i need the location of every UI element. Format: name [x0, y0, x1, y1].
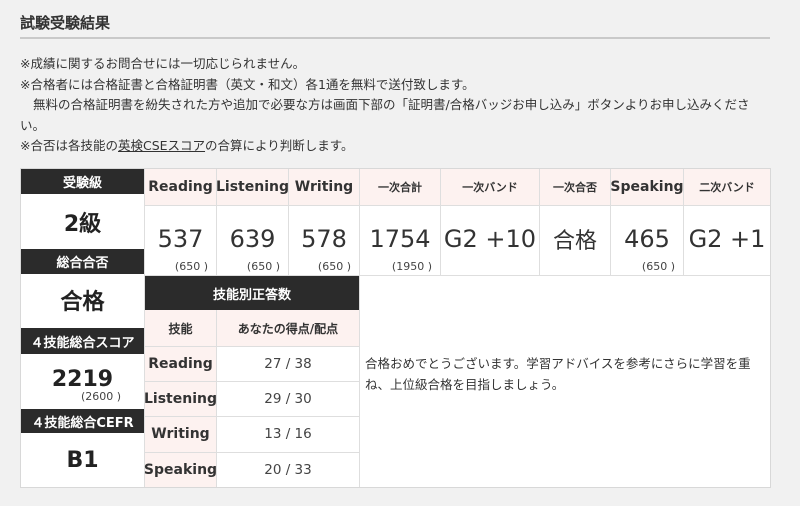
header-listening: Listening: [216, 179, 289, 195]
score-writing-max: (650 ): [317, 260, 351, 273]
results-panel: 受験級 2級 総合合否 合格 ４技能総合スコア 2219 (2600 ) ４技能…: [20, 168, 771, 488]
header-writing: Writing: [294, 179, 354, 195]
header-reading: Reading: [148, 179, 213, 195]
score-reading-value: 537: [157, 225, 204, 253]
header-second-band: 二次バンド: [699, 181, 755, 194]
grade-label: 受験級: [21, 169, 144, 194]
skill-row-reading-score: 27 / 38: [264, 355, 312, 372]
score-second-band-value: G2 +1: [688, 225, 766, 253]
skill-row-writing-score: 13 / 16: [264, 426, 312, 442]
skill-row-listening-label: Listening: [144, 390, 217, 407]
score-reading-max: (650 ): [174, 260, 208, 273]
advice-message: 合格おめでとうございます。学習アドバイスを参考にさらに学習を重ね、上位級合格を目…: [365, 356, 751, 392]
page-title: 試験受験結果: [20, 14, 111, 32]
skill-row-writing-label: Writing: [151, 426, 210, 442]
score-first-total-max: (1950 ): [391, 260, 432, 273]
score-listening-max: (650 ): [246, 260, 280, 273]
score-speaking: 465 (650 ): [611, 205, 683, 275]
cefr-value: B1: [66, 447, 99, 473]
title-divider: [20, 37, 770, 39]
skill-row-speaking-score: 20 / 33: [264, 461, 312, 478]
note-certificate: ※合格者には合格証書と合格証明書（英文・和文）各1通を無料で送付致します。: [20, 76, 475, 92]
skills-col-skill: 技能: [168, 321, 193, 336]
note-pass-criteria: ※合否は各技能の英検CSEスコアの合算により判断します。: [20, 138, 354, 153]
score-first-total-value: 1754: [369, 225, 431, 253]
cefr-label: ４技能総合CEFR: [21, 409, 144, 433]
header-first-pass: 一次合否: [553, 181, 597, 194]
grade-value: 2級: [63, 211, 102, 237]
cse-max: (2600 ): [81, 390, 122, 403]
note-reissue-end: い。: [20, 117, 46, 133]
skill-row-speaking-label: Speaking: [143, 461, 218, 478]
header-first-total: 一次合計: [378, 181, 422, 194]
notes: ※成績に関するお問合せには一切応じられません。 ※合格者には合格証書と合格証明書…: [20, 54, 780, 157]
score-second-band: G2 +1: [684, 205, 770, 275]
cse-label: ４技能総合スコア: [21, 328, 144, 354]
cse-score-link[interactable]: 英検CSEスコア: [118, 138, 205, 153]
score-speaking-max: (650 ): [641, 260, 675, 273]
score-first-band-value: G2 +10: [443, 225, 537, 253]
score-first-total: 1754 (1950 ): [360, 205, 440, 275]
score-first-pass-value: 合格: [552, 229, 597, 254]
note-inquiry: ※成績に関するお問合せには一切応じられません。: [20, 56, 306, 71]
pass-label: 総合合否: [21, 249, 144, 274]
skill-row-reading-label: Reading: [148, 355, 213, 372]
score-writing-value: 578: [301, 225, 347, 253]
score-first-band: G2 +10: [441, 205, 539, 275]
score-speaking-value: 465: [624, 225, 670, 253]
score-writing: 578 (650 ): [289, 205, 359, 275]
note-reissue: 無料の合格証明書を紛失された方や追加で必要な方は画面下部の「証明書/合格バッジお…: [33, 97, 750, 112]
cse-value: 2219: [51, 366, 114, 392]
skills-col-score: あなたの得点/配点: [237, 321, 339, 336]
header-first-band: 一次バンド: [462, 181, 518, 194]
score-listening: 639 (650 ): [217, 205, 288, 275]
pass-value: 合格: [60, 290, 105, 315]
score-reading: 537 (650 ): [145, 205, 216, 275]
score-listening-value: 639: [229, 225, 276, 253]
skills-title: 技能別正答数: [145, 276, 359, 310]
score-first-pass: 合格: [540, 205, 610, 275]
header-speaking: Speaking: [610, 179, 684, 195]
skill-row-listening-score: 29 / 30: [264, 390, 312, 407]
